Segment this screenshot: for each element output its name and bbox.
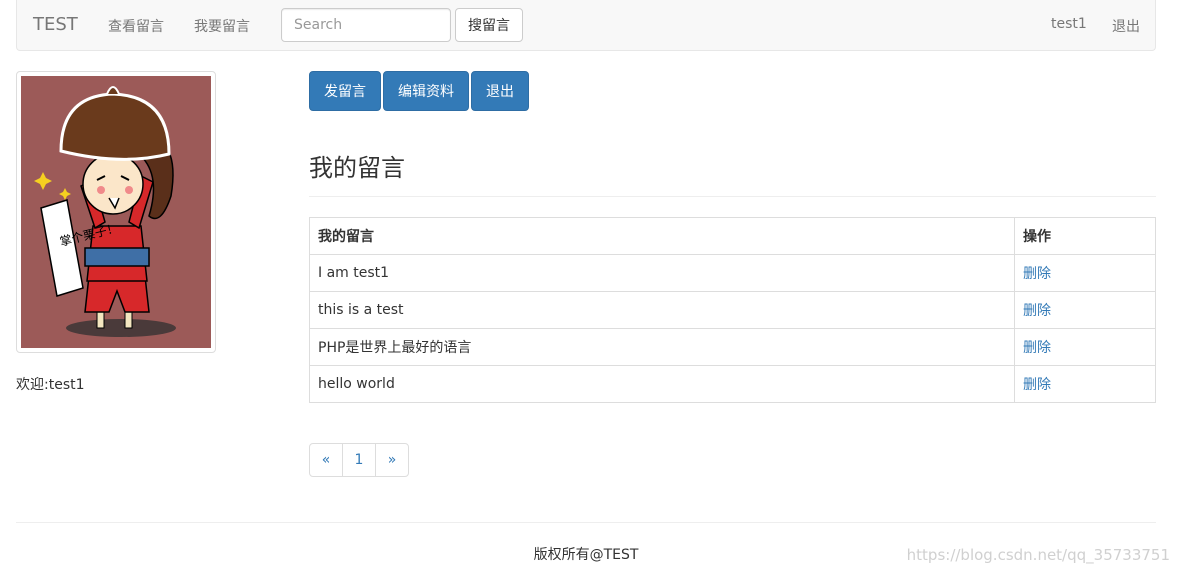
message-text: this is a test	[309, 291, 1015, 329]
pagination-prev[interactable]: «	[309, 443, 343, 477]
nav-view-messages[interactable]: 查看留言	[108, 16, 164, 36]
messages-table: 我的留言 操作 I am test1 删除 this is a test 删除 …	[309, 217, 1156, 403]
column-header-message: 我的留言	[309, 217, 1015, 255]
title-divider	[309, 196, 1156, 197]
pagination: « 1 »	[309, 443, 409, 477]
table-header-row: 我的留言 操作	[309, 217, 1156, 255]
pagination-page-1[interactable]: 1	[342, 443, 376, 477]
table-row: I am test1 删除	[309, 254, 1156, 292]
search-input[interactable]	[281, 8, 451, 42]
nav-user-link[interactable]: test1	[1051, 16, 1087, 32]
table-row: PHP是世界上最好的语言 删除	[309, 328, 1156, 366]
watermark-text: https://blog.csdn.net/qq_35733751	[906, 546, 1170, 564]
delete-link[interactable]: 删除	[1023, 266, 1051, 282]
logout-button[interactable]: 退出	[471, 71, 529, 111]
avatar-thumbnail: 掌个栗子！	[16, 71, 216, 353]
top-navbar: TEST 查看留言 我要留言 搜留言 test1 退出	[16, 0, 1156, 51]
avatar-cartoon-illustration: 掌个栗子！	[21, 76, 211, 348]
post-message-button[interactable]: 发留言	[309, 71, 381, 111]
page-title: 我的留言	[309, 154, 405, 182]
message-text: PHP是世界上最好的语言	[309, 328, 1015, 366]
search-button[interactable]: 搜留言	[455, 8, 523, 42]
nav-leave-message[interactable]: 我要留言	[194, 16, 250, 36]
table-row: hello world 删除	[309, 365, 1156, 403]
welcome-text: 欢迎:test1	[16, 377, 85, 393]
footer-divider	[16, 522, 1156, 523]
delete-link[interactable]: 删除	[1023, 303, 1051, 319]
delete-link[interactable]: 删除	[1023, 377, 1051, 393]
column-header-action: 操作	[1014, 217, 1156, 255]
brand-link[interactable]: TEST	[33, 14, 78, 35]
message-text: I am test1	[309, 254, 1015, 292]
pagination-next[interactable]: »	[375, 443, 409, 477]
delete-link[interactable]: 删除	[1023, 340, 1051, 356]
avatar: 掌个栗子！	[21, 76, 211, 348]
table-row: this is a test 删除	[309, 291, 1156, 329]
edit-profile-button[interactable]: 编辑资料	[383, 71, 469, 111]
nav-logout-link[interactable]: 退出	[1112, 16, 1140, 36]
message-text: hello world	[309, 365, 1015, 403]
